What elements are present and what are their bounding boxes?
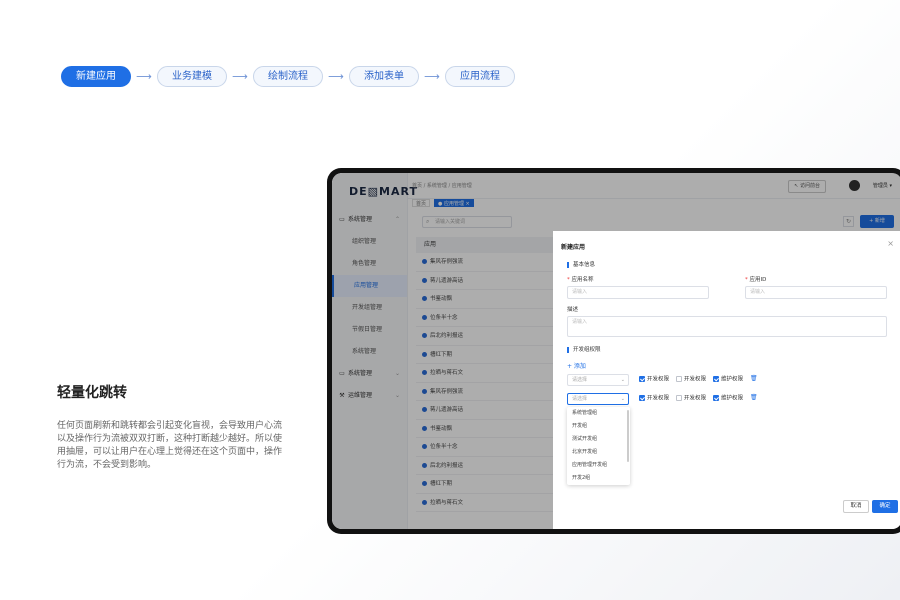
app-name-label: * 应用名称 bbox=[567, 277, 594, 283]
checkbox-icon bbox=[639, 376, 645, 382]
checkbox-label: 开发权限 bbox=[684, 395, 707, 402]
select-placeholder: 请选择 bbox=[572, 396, 588, 402]
checkbox-icon bbox=[639, 395, 645, 401]
dropdown-scrollbar[interactable] bbox=[627, 410, 629, 462]
step-5[interactable]: 应用流程 bbox=[445, 66, 515, 87]
permission-checkbox[interactable]: 开发权限 bbox=[639, 376, 669, 384]
dropdown-option[interactable]: 北京开发组 bbox=[567, 446, 630, 459]
checkbox-icon bbox=[713, 395, 719, 401]
checkbox-icon bbox=[676, 395, 682, 401]
step-4[interactable]: 添加表单 bbox=[349, 66, 419, 87]
checkbox-label: 开发权限 bbox=[647, 395, 670, 402]
step-arrow-icon: ⟶ bbox=[136, 70, 152, 83]
app-id-field[interactable]: 请输入 bbox=[745, 286, 887, 299]
desc-label: 描述 bbox=[567, 307, 579, 313]
app-id-label: * 应用ID bbox=[745, 277, 767, 283]
feature-title: 轻量化跳转 bbox=[57, 385, 127, 401]
feature-description: 任何页面刷新和跳转都会引起变化盲视，会导致用户心流以及操作行为流被双双打断，这种… bbox=[57, 421, 283, 470]
permission-checkbox[interactable]: 维护权限 bbox=[713, 376, 743, 384]
app-screen: DE▧MART ▭ 系统管理 ⌃ 组织管理 角色管理 应用管理 开发组管理 节假日管理 系统管理… bbox=[332, 173, 900, 529]
description-field[interactable]: 请输入 bbox=[567, 316, 887, 337]
step-3[interactable]: 绘制流程 bbox=[253, 66, 323, 87]
checkbox-icon bbox=[676, 376, 682, 382]
new-app-drawer: 新建应用 × 基本信息 * 应用名称 请输入 * 应用ID 请输入 描述 请输入… bbox=[553, 231, 900, 529]
permission-checkbox[interactable]: 开发权限 bbox=[639, 395, 669, 403]
drawer-title: 新建应用 bbox=[561, 244, 586, 251]
checkbox-label: 开发权限 bbox=[647, 376, 670, 383]
step-1[interactable]: 新建应用 bbox=[61, 66, 131, 87]
dropdown-option[interactable]: 开发组 bbox=[567, 420, 630, 433]
permission-checkbox[interactable]: 开发权限 bbox=[676, 376, 706, 384]
trash-icon[interactable]: 🗑 bbox=[750, 375, 758, 382]
checkbox-label: 维护权限 bbox=[721, 376, 744, 383]
group-select[interactable]: 请选择 ⌄ bbox=[567, 393, 629, 405]
app-name-field[interactable]: 请输入 bbox=[567, 286, 709, 299]
add-permission-button[interactable]: + 添加 bbox=[567, 361, 586, 370]
confirm-button[interactable]: 确定 bbox=[872, 500, 898, 513]
trash-icon[interactable]: 🗑 bbox=[750, 394, 758, 401]
chevron-down-icon: ⌄ bbox=[620, 377, 625, 383]
step-arrow-icon: ⟶ bbox=[424, 70, 440, 83]
dropdown-option[interactable]: 开发2组 bbox=[567, 472, 630, 485]
process-steps: 新建应用 ⟶ 业务建模 ⟶ 绘制流程 ⟶ 添加表单 ⟶ 应用流程 bbox=[61, 66, 515, 87]
close-icon[interactable]: × bbox=[887, 239, 894, 248]
checkbox-label: 开发权限 bbox=[684, 376, 707, 383]
checkbox-icon bbox=[713, 376, 719, 382]
cancel-button[interactable]: 取消 bbox=[843, 500, 869, 513]
permission-checkbox[interactable]: 开发权限 bbox=[676, 395, 706, 403]
chevron-down-icon: ⌄ bbox=[620, 396, 625, 402]
checkbox-label: 维护权限 bbox=[721, 395, 744, 402]
device-frame: DE▧MART ▭ 系统管理 ⌃ 组织管理 角色管理 应用管理 开发组管理 节假日管理 系统管理… bbox=[327, 168, 900, 534]
step-2[interactable]: 业务建模 bbox=[157, 66, 227, 87]
section-dev-permissions: 开发组权限 bbox=[567, 347, 601, 353]
section-basic-info: 基本信息 bbox=[567, 262, 595, 268]
dropdown-option[interactable]: 测试开发组 bbox=[567, 433, 630, 446]
dropdown-option[interactable]: 应用管理开发组 bbox=[567, 459, 630, 472]
group-dropdown: 系统管理组 开发组 测试开发组 北京开发组 应用管理开发组 开发2组 bbox=[567, 407, 630, 485]
step-arrow-icon: ⟶ bbox=[328, 70, 344, 83]
dropdown-option[interactable]: 系统管理组 bbox=[567, 407, 630, 420]
select-placeholder: 请选择 bbox=[572, 377, 588, 383]
group-select[interactable]: 请选择 ⌄ bbox=[567, 374, 629, 386]
permission-checkbox[interactable]: 维护权限 bbox=[713, 395, 743, 403]
step-arrow-icon: ⟶ bbox=[232, 70, 248, 83]
